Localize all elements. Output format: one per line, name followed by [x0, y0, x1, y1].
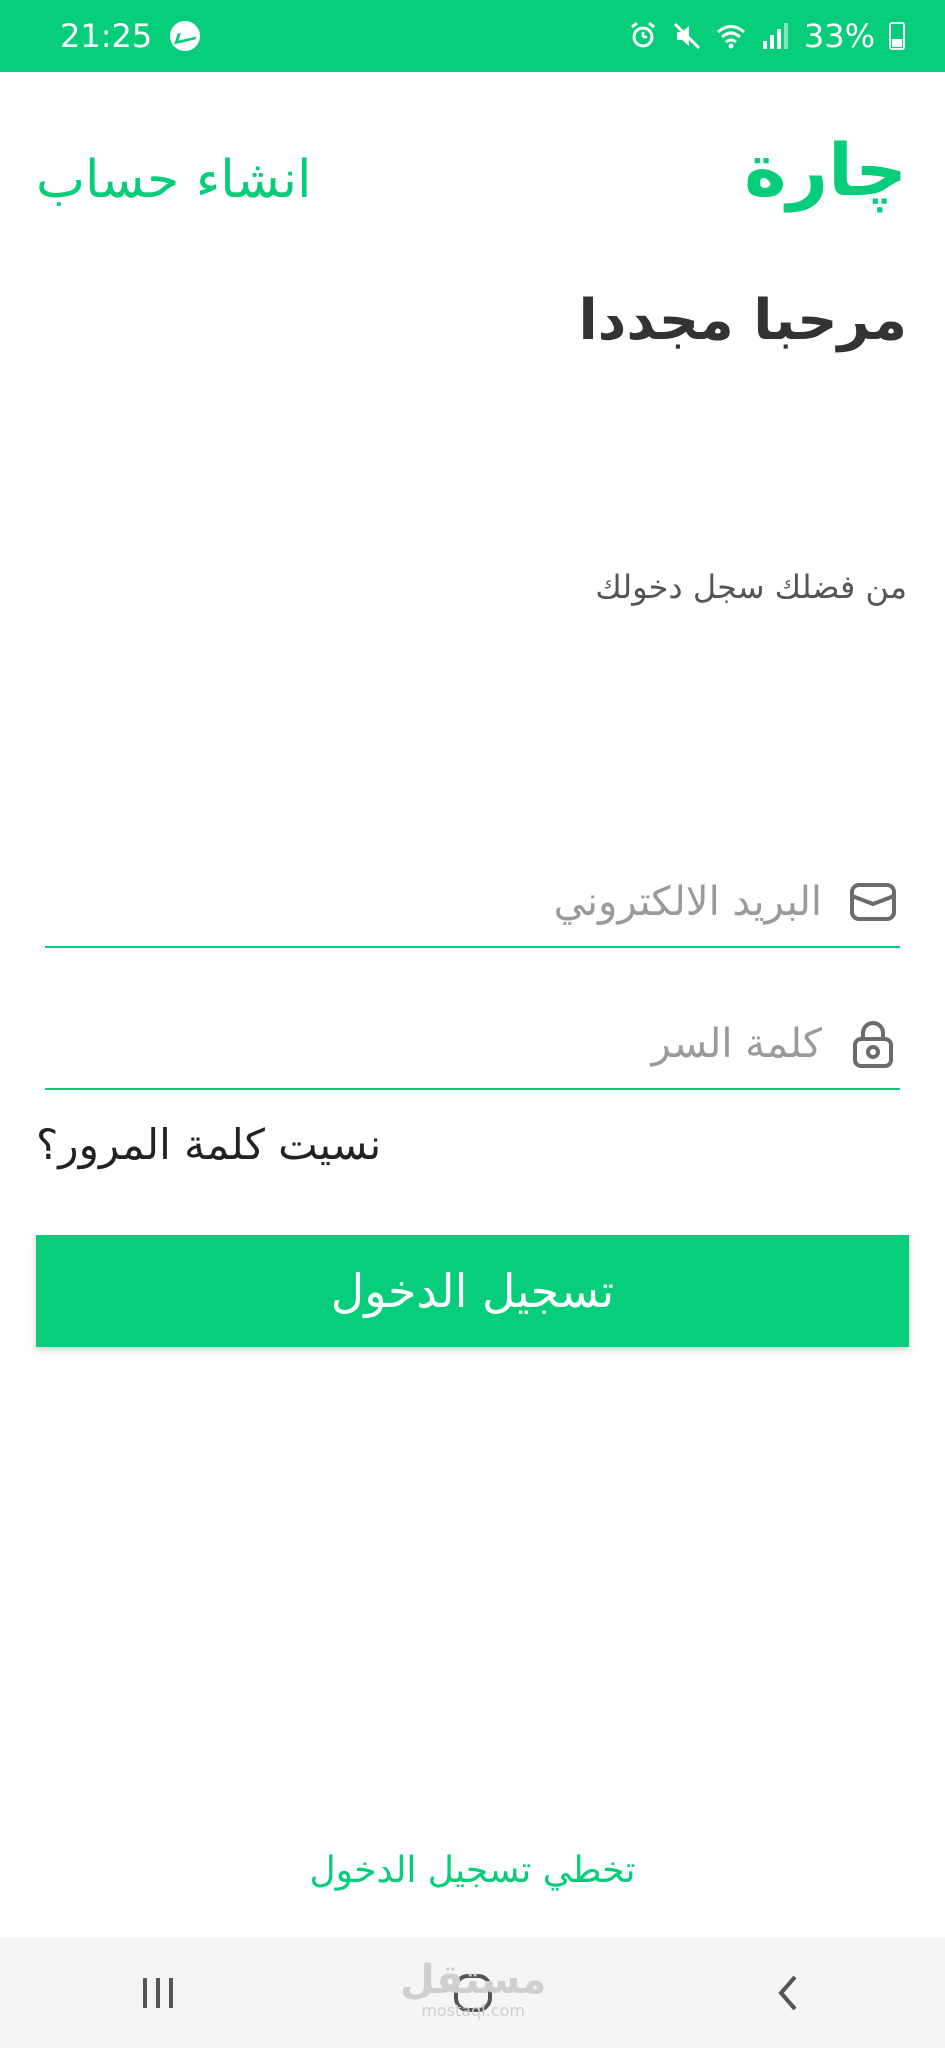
home-icon[interactable]	[433, 1953, 513, 2033]
welcome-title: مرحبا مجددا	[578, 288, 907, 353]
system-nav-bar	[0, 1938, 945, 2048]
battery-icon	[889, 22, 905, 50]
envelope-icon	[848, 877, 898, 927]
messenger-icon	[170, 21, 201, 51]
mute-icon	[673, 22, 700, 50]
wifi-icon	[716, 25, 745, 49]
password-field-container	[45, 1000, 900, 1090]
email-field-container	[45, 858, 900, 948]
login-subtitle: من فضلك سجل دخولك	[595, 568, 907, 606]
status-time: 21:25	[60, 17, 153, 55]
forgot-password-link[interactable]: نسيت كلمة المرور؟	[36, 1120, 381, 1169]
skip-login-link[interactable]: تخطي تسجيل الدخول	[0, 1850, 945, 1891]
create-account-link[interactable]: انشاء حساب	[36, 150, 311, 210]
password-field[interactable]	[45, 1009, 848, 1079]
recent-apps-icon[interactable]	[118, 1953, 198, 2033]
status-left: 21:25	[60, 17, 201, 55]
back-icon[interactable]	[748, 1953, 828, 2033]
status-right: 33%	[628, 17, 905, 55]
app-logo: چارة	[744, 128, 907, 212]
status-bar: 21:25 33%	[0, 0, 945, 72]
battery-percent: 33%	[803, 17, 875, 55]
login-button[interactable]: تسجيل الدخول	[36, 1235, 909, 1347]
email-field[interactable]	[45, 867, 848, 937]
lock-icon	[848, 1019, 898, 1069]
signal-icon	[762, 23, 788, 49]
alarm-icon	[630, 21, 655, 48]
